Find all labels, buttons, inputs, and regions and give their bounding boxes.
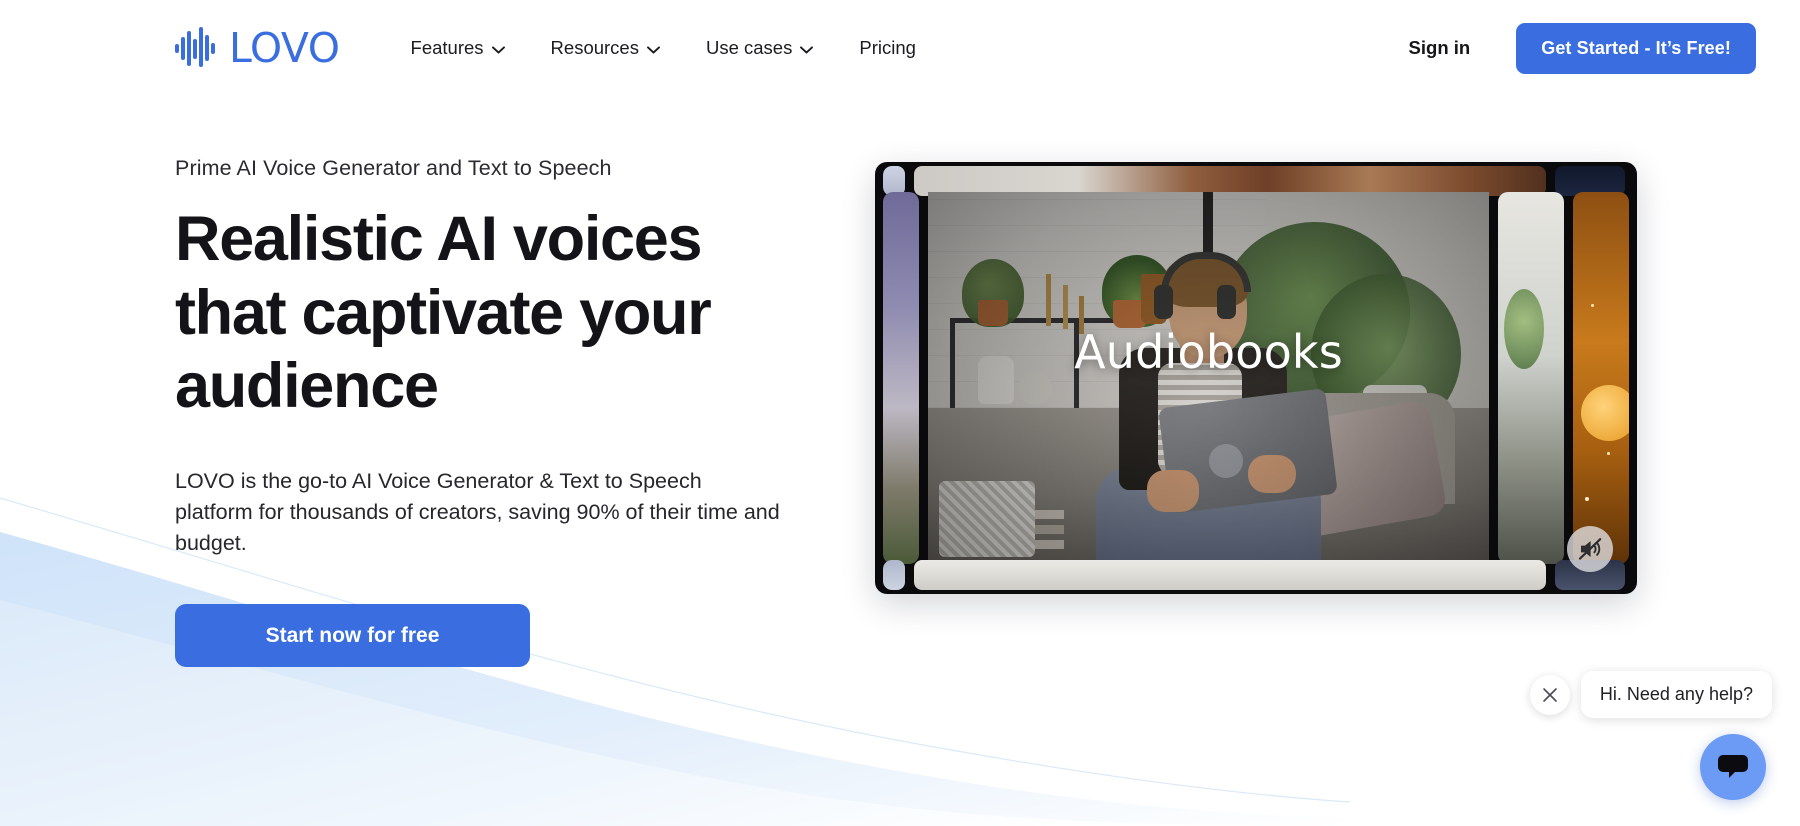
get-started-button[interactable]: Get Started - It’s Free! — [1516, 22, 1756, 74]
nav-actions: Sign in Get Started - It’s Free! — [1409, 22, 1756, 74]
carousel-slide-next[interactable] — [1498, 192, 1564, 564]
carousel-bottom-sliver — [883, 560, 1629, 590]
chat-launcher-button[interactable] — [1700, 734, 1766, 800]
hero-section: Prime AI Voice Generator and Text to Spe… — [0, 96, 1800, 668]
start-now-for-free-button[interactable]: Start now for free — [175, 604, 530, 668]
video-caption-label: Audiobooks — [1074, 324, 1343, 379]
nav-item-label: Features — [410, 37, 484, 58]
nav-item-resources[interactable]: Resources — [528, 27, 683, 69]
hero-headline: Realistic AI voices that captivate your … — [175, 204, 712, 422]
nav-item-label: Use cases — [705, 37, 793, 58]
chat-close-button[interactable] — [1529, 674, 1570, 715]
chat-bubble-icon — [1718, 755, 1748, 778]
carousel-slide-next-2[interactable] — [1573, 192, 1629, 564]
close-icon — [1543, 687, 1557, 702]
audio-waveform-icon — [175, 27, 215, 67]
chevron-down-icon — [647, 45, 660, 54]
hero-media-column: Audiobooks — [875, 162, 1637, 594]
brand-wordmark: LOVO — [229, 23, 340, 72]
nav-item-label: Resources — [550, 37, 639, 58]
nav-item-features[interactable]: Features — [388, 27, 528, 69]
hero-copy-column: Prime AI Voice Generator and Text to Spe… — [175, 156, 815, 668]
chat-prompt-row: Hi. Need any help? — [1529, 671, 1772, 718]
brand-logo-link[interactable]: LOVO — [175, 27, 340, 69]
hero-subcopy: LOVO is the go-to AI Voice Generator & T… — [175, 469, 780, 555]
mute-toggle-button[interactable] — [1567, 526, 1613, 572]
nav-item-label: Pricing — [859, 37, 916, 58]
sign-in-link[interactable]: Sign in — [1409, 37, 1471, 59]
primary-nav-list: Features Resources Use cases Pricing — [388, 27, 939, 69]
chat-widget: Hi. Need any help? — [1529, 671, 1772, 800]
carousel-slides: Audiobooks — [875, 162, 1637, 594]
chat-greeting-message[interactable]: Hi. Need any help? — [1580, 671, 1772, 718]
hero-eyebrow: Prime AI Voice Generator and Text to Spe… — [175, 156, 612, 180]
chevron-down-icon — [491, 45, 505, 54]
hero-video-carousel[interactable]: Audiobooks — [875, 162, 1637, 594]
top-navigation-bar: LOVO Features Resources Use cases Pricin… — [0, 0, 1800, 96]
nav-item-use-cases[interactable]: Use cases — [683, 27, 836, 69]
speaker-muted-icon — [1578, 538, 1602, 560]
carousel-slide-active[interactable]: Audiobooks — [928, 192, 1489, 564]
nav-item-pricing[interactable]: Pricing — [836, 27, 939, 69]
chevron-down-icon — [800, 45, 814, 54]
carousel-slide-previous[interactable] — [883, 192, 919, 564]
